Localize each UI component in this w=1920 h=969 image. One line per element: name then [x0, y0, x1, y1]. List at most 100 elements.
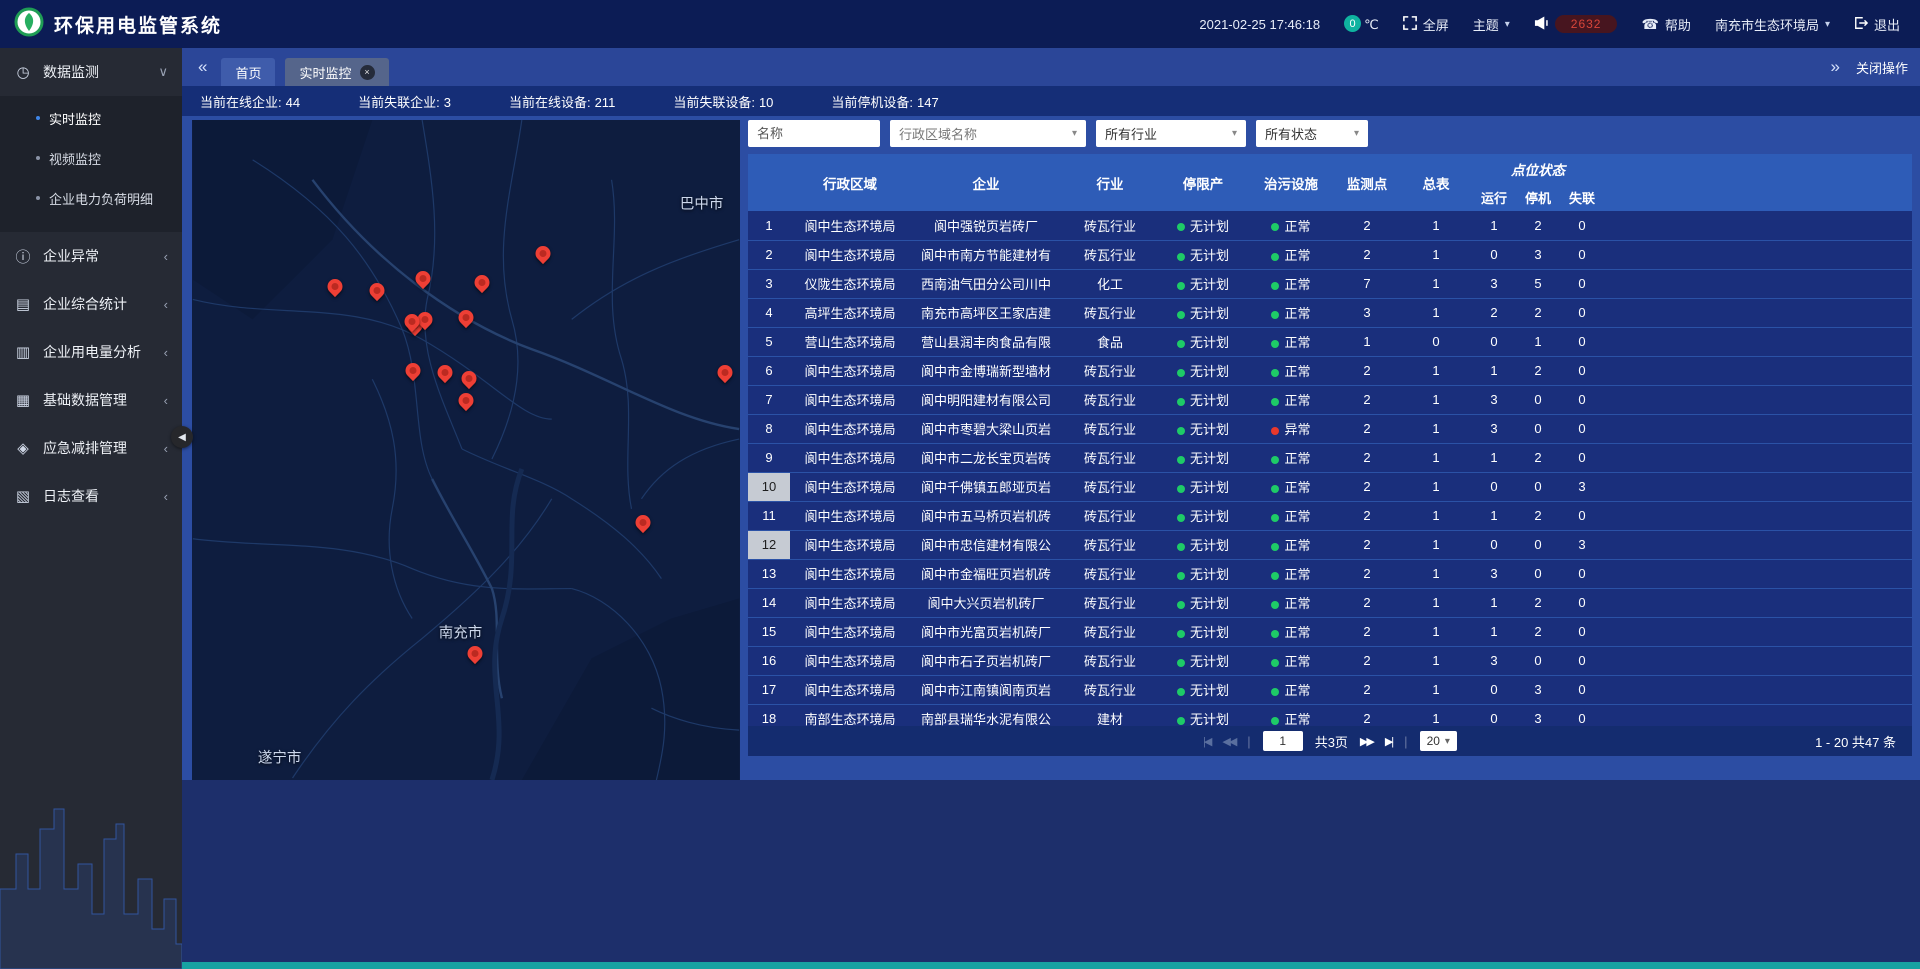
- table-row[interactable]: 1阆中生态环境局阆中强锐页岩砖厂砖瓦行业无计划正常21120: [748, 211, 1912, 240]
- sidebar-group-enterprise-abnormal[interactable]: ⓘ企业异常‹: [0, 232, 182, 280]
- cell-limit-status: 无计划: [1158, 675, 1248, 704]
- col-lost: 失联: [1560, 184, 1604, 211]
- org-dropdown[interactable]: 南充市生态环境局 ▾: [1715, 15, 1830, 34]
- fullscreen-button[interactable]: 全屏: [1403, 15, 1449, 34]
- region-select[interactable]: 行政区域名称 ▾: [890, 120, 1086, 147]
- sidebar-group-log-view[interactable]: ▧日志查看‹: [0, 472, 182, 520]
- next-page-button[interactable]: ▶▶: [1360, 735, 1373, 748]
- cell-stop: 2: [1516, 298, 1560, 327]
- sidebar-item-realtime-monitor[interactable]: 实时监控: [0, 98, 182, 138]
- cell-industry: 砖瓦行业: [1062, 588, 1158, 617]
- cell-facility-status: 正常: [1248, 646, 1334, 675]
- chevron-down-icon: ▾: [1354, 128, 1359, 139]
- table-panel: 行政区域名称 ▾ 所有行业 ▾ 所有状态 ▾: [748, 120, 1912, 756]
- alarm-indicator[interactable]: 2632: [1534, 15, 1618, 33]
- cell-company: 阆中大兴页岩机砖厂: [910, 588, 1062, 617]
- cell-limit-status: 无计划: [1158, 472, 1248, 501]
- status-select[interactable]: 所有状态 ▾: [1256, 120, 1368, 147]
- sidebar-group-base-data[interactable]: ▦基础数据管理‹: [0, 376, 182, 424]
- status-dot-icon: [1177, 311, 1185, 319]
- cell-index: 2: [748, 240, 790, 269]
- close-tab-icon[interactable]: ×: [360, 65, 375, 80]
- cell-lost: 0: [1560, 501, 1604, 530]
- table-row[interactable]: 17阆中生态环境局阆中市江南镇阆南页岩砖瓦行业无计划正常21030: [748, 675, 1912, 704]
- logout-button[interactable]: 退出: [1854, 15, 1900, 34]
- sidebar-group-emergency-management[interactable]: ◈应急减排管理‹: [0, 424, 182, 472]
- cell-company: 南部县瑞华水泥有限公: [910, 704, 1062, 726]
- cell-run: 3: [1472, 414, 1516, 443]
- table-row[interactable]: 4高坪生态环境局南充市高坪区王家店建砖瓦行业无计划正常31220: [748, 298, 1912, 327]
- cell-industry: 食品: [1062, 327, 1158, 356]
- cell-region: 阆中生态环境局: [790, 675, 910, 704]
- status-dot-icon: [1271, 514, 1279, 522]
- sidebar-item-video-monitor[interactable]: 视频监控: [0, 138, 182, 178]
- cell-company: 营山县润丰肉食品有限: [910, 327, 1062, 356]
- table-row[interactable]: 14阆中生态环境局阆中大兴页岩机砖厂砖瓦行业无计划正常21120: [748, 588, 1912, 617]
- cell-run: 0: [1472, 675, 1516, 704]
- cell-stop: 3: [1516, 704, 1560, 726]
- theme-dropdown[interactable]: 主题 ▾: [1473, 15, 1510, 34]
- sidebar-group-data-monitoring[interactable]: ◷数据监测∨: [0, 48, 182, 96]
- cell-meters: 1: [1400, 356, 1472, 385]
- sidebar-group-power-analysis[interactable]: ▥企业用电量分析‹: [0, 328, 182, 376]
- table-row[interactable]: 15阆中生态环境局阆中市光富页岩机砖厂砖瓦行业无计划正常21120: [748, 617, 1912, 646]
- page-number-input[interactable]: [1263, 731, 1303, 751]
- cell-index: 14: [748, 588, 790, 617]
- cell-region: 阆中生态环境局: [790, 559, 910, 588]
- cell-run: 1: [1472, 588, 1516, 617]
- cell-stop: 0: [1516, 530, 1560, 559]
- cell-lost: 0: [1560, 443, 1604, 472]
- cell-run: 0: [1472, 704, 1516, 726]
- stat-item: 当前停机设备:147: [831, 92, 938, 111]
- table-row[interactable]: 11阆中生态环境局阆中市五马桥页岩机砖砖瓦行业无计划正常21120: [748, 501, 1912, 530]
- cell-region: 仪陇生态环境局: [790, 269, 910, 298]
- table-row[interactable]: 5营山生态环境局营山县润丰肉食品有限食品无计划正常10010: [748, 327, 1912, 356]
- cell-limit-status: 无计划: [1158, 443, 1248, 472]
- cell-lost: 0: [1560, 385, 1604, 414]
- cell-facility-status: 正常: [1248, 385, 1334, 414]
- table-row[interactable]: 2阆中生态环境局阆中市南方节能建材有砖瓦行业无计划正常21030: [748, 240, 1912, 269]
- table-row[interactable]: 16阆中生态环境局阆中市石子页岩机砖厂砖瓦行业无计划正常21300: [748, 646, 1912, 675]
- prev-page-button[interactable]: ◀◀: [1222, 735, 1235, 748]
- page-size-select[interactable]: 20 ▾: [1420, 731, 1457, 751]
- cell-stop: 0: [1516, 414, 1560, 443]
- first-page-button[interactable]: |◀: [1203, 735, 1210, 748]
- cell-industry: 砖瓦行业: [1062, 617, 1158, 646]
- table-row[interactable]: 10阆中生态环境局阆中千佛镇五郎垭页岩砖瓦行业无计划正常21003: [748, 472, 1912, 501]
- table-row[interactable]: 18南部生态环境局南部县瑞华水泥有限公建材无计划正常21030: [748, 704, 1912, 726]
- close-operations-button[interactable]: » 关闭操作: [1827, 57, 1908, 77]
- tab-realtime-monitor[interactable]: 实时监控 ×: [285, 58, 388, 86]
- industry-select[interactable]: 所有行业 ▾: [1096, 120, 1246, 147]
- sidebar-collapse-button[interactable]: ◀: [171, 426, 193, 448]
- cell-company: 阆中市石子页岩机砖厂: [910, 646, 1062, 675]
- cell-lost: 0: [1560, 269, 1604, 298]
- table-row[interactable]: 9阆中生态环境局阆中市二龙长宝页岩砖砖瓦行业无计划正常21120: [748, 443, 1912, 472]
- last-page-button[interactable]: ▶|: [1385, 735, 1392, 748]
- table-row[interactable]: 3仪陇生态环境局西南油气田分公司川中化工无计划正常71350: [748, 269, 1912, 298]
- status-dot-icon: [1271, 340, 1279, 348]
- cell-facility-status: 正常: [1248, 327, 1334, 356]
- cell-company: 阆中市二龙长宝页岩砖: [910, 443, 1062, 472]
- table-row[interactable]: 8阆中生态环境局阆中市枣碧大梁山页岩砖瓦行业无计划异常21300: [748, 414, 1912, 443]
- sidebar-item-power-load-detail[interactable]: 企业电力负荷明细: [0, 178, 182, 218]
- col-points: 监测点: [1334, 154, 1400, 211]
- tabs-scroll-left-button[interactable]: «: [194, 57, 211, 77]
- cell-index: 13: [748, 559, 790, 588]
- status-dot-icon: [1177, 223, 1185, 231]
- help-button[interactable]: ☎ 帮助: [1641, 15, 1690, 34]
- gauge-icon: ◷: [14, 63, 32, 81]
- info-icon: ⓘ: [14, 246, 32, 267]
- cell-run: 3: [1472, 559, 1516, 588]
- table-row[interactable]: 12阆中生态环境局阆中市忠信建材有限公砖瓦行业无计划正常21003: [748, 530, 1912, 559]
- cell-lost: 3: [1560, 530, 1604, 559]
- map-canvas[interactable]: 巴中市南充市遂宁市: [192, 120, 740, 780]
- bullet-icon: [36, 156, 40, 160]
- table-row[interactable]: 13阆中生态环境局阆中市金福旺页岩机砖砖瓦行业无计划正常21300: [748, 559, 1912, 588]
- tabs-scroll-right-button[interactable]: »: [1827, 57, 1844, 77]
- emergency-icon: ◈: [14, 439, 32, 457]
- table-row[interactable]: 7阆中生态环境局阆中明阳建材有限公司砖瓦行业无计划正常21300: [748, 385, 1912, 414]
- table-row[interactable]: 6阆中生态环境局阆中市金博瑞新型墙材砖瓦行业无计划正常21120: [748, 356, 1912, 385]
- name-search-input[interactable]: [748, 120, 880, 147]
- sidebar-group-enterprise-statistics[interactable]: ▤企业综合统计‹: [0, 280, 182, 328]
- tab-home[interactable]: 首页: [221, 58, 275, 86]
